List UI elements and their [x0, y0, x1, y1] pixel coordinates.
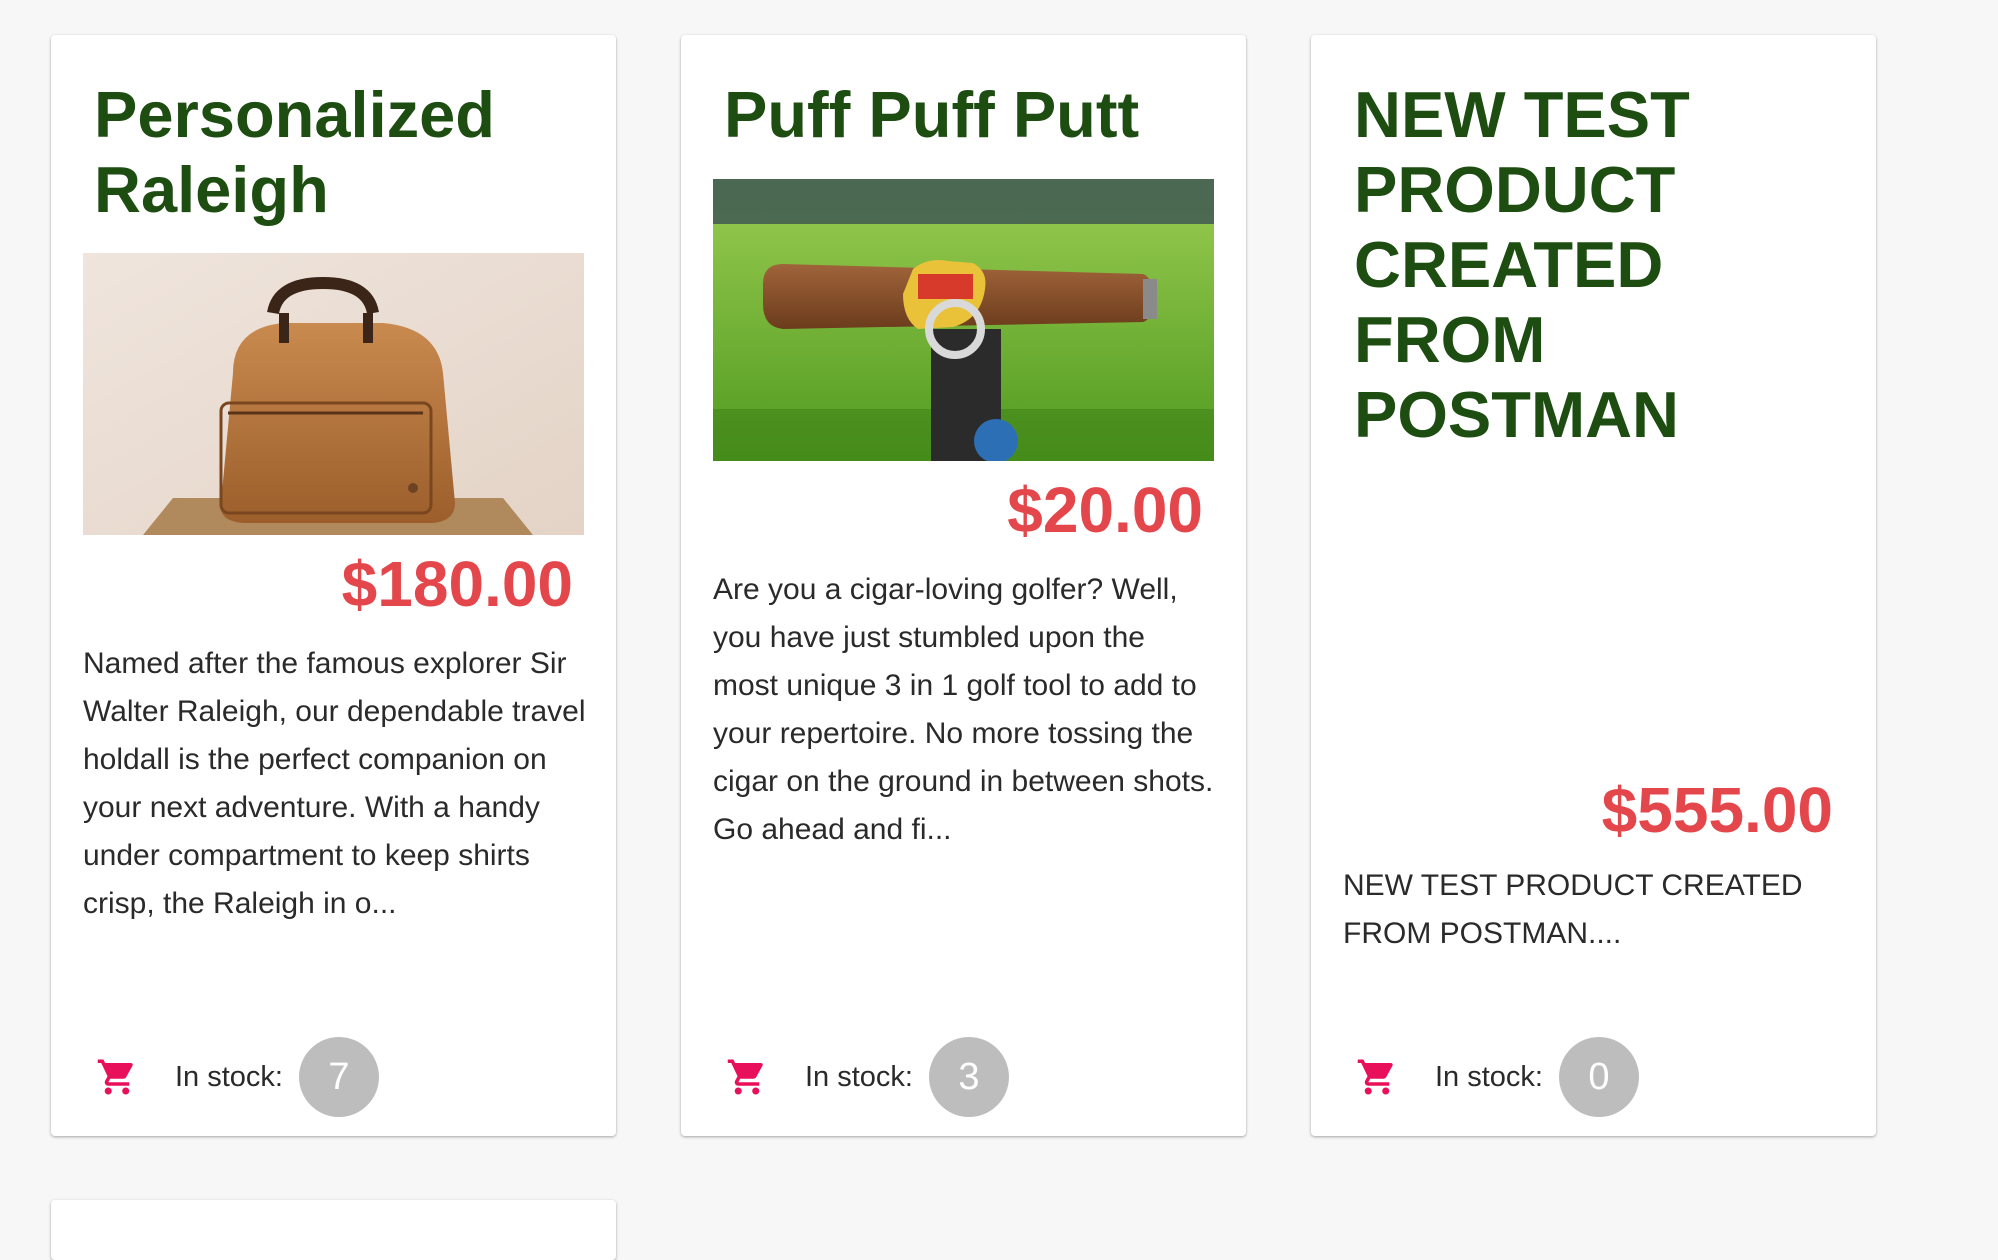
product-card[interactable]: NEW TEST PRODUCT CREATED FROM POSTMAN $5… [1311, 35, 1876, 1136]
stock-count-badge: 3 [929, 1037, 1009, 1117]
product-price: $555.00 [1601, 774, 1833, 846]
card-footer: In stock: 0 [1349, 1037, 1639, 1117]
shopping-cart-icon [97, 1059, 133, 1095]
card-footer: In stock: 7 [89, 1037, 379, 1117]
product-card-partial[interactable] [51, 1200, 616, 1260]
product-description: NEW TEST PRODUCT CREATED FROM POSTMAN...… [1343, 869, 1803, 950]
product-title[interactable]: Puff Puff Putt [724, 77, 1216, 152]
card-footer: In stock: 3 [719, 1037, 1009, 1117]
product-image[interactable] [83, 253, 584, 535]
stock-count-badge: 0 [1559, 1037, 1639, 1117]
shopping-cart-icon [1357, 1059, 1393, 1095]
product-image[interactable] [713, 179, 1214, 461]
leather-holdall-bag-image [83, 253, 584, 535]
product-description: Are you a cigar-loving golfer? Well, you… [713, 573, 1214, 846]
product-card[interactable]: Personalized Raleigh $180.00 Named after… [51, 35, 616, 1136]
shopping-cart-icon [727, 1059, 763, 1095]
product-price: $20.00 [1007, 474, 1203, 546]
stock-count-badge: 7 [299, 1037, 379, 1117]
add-to-cart-button[interactable] [719, 1049, 775, 1105]
cigar-golf-tool-image [713, 179, 1214, 461]
stock-label: In stock: [805, 1060, 913, 1093]
add-to-cart-button[interactable] [89, 1049, 145, 1105]
stock-label: In stock: [1435, 1060, 1543, 1093]
product-card[interactable]: Puff Puff Putt $20.00 Are you a cigar-lo… [681, 35, 1246, 1136]
product-price: $180.00 [341, 548, 573, 620]
add-to-cart-button[interactable] [1349, 1049, 1405, 1105]
product-title[interactable]: Personalized Raleigh [94, 77, 586, 227]
stock-label: In stock: [175, 1060, 283, 1093]
product-description: Named after the famous explorer Sir Walt… [83, 647, 586, 920]
product-title[interactable]: NEW TEST PRODUCT CREATED FROM POSTMAN [1354, 77, 1846, 452]
